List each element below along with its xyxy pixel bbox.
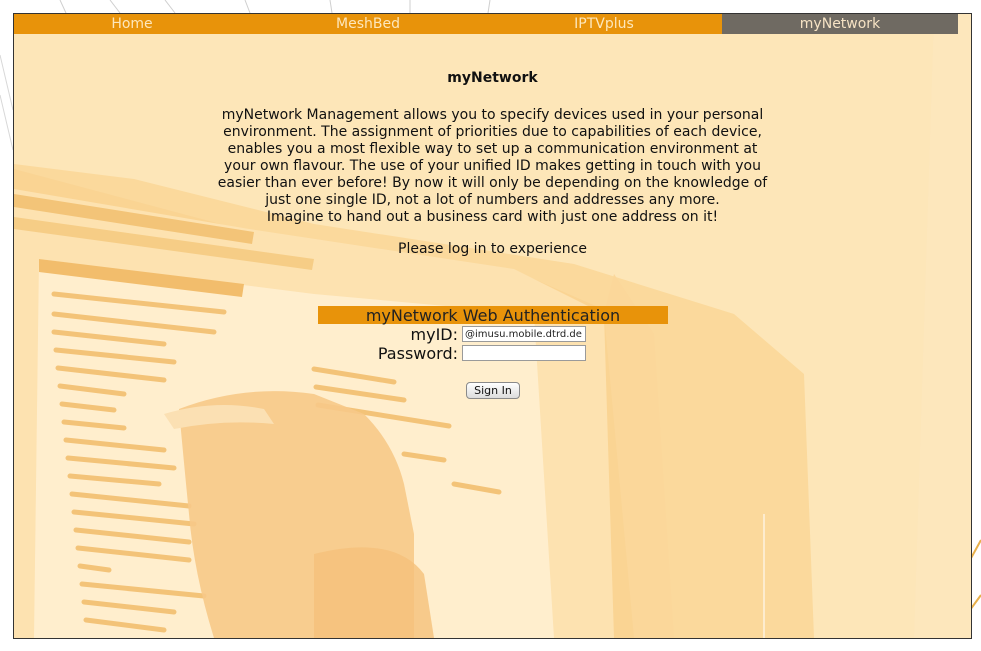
description: myNetwork Management allows you to speci… <box>199 107 786 226</box>
description-line: Imagine to hand out a business card with… <box>266 209 719 225</box>
description-line: enables you a most flexible way to set u… <box>227 141 758 157</box>
description-line: myNetwork Management allows you to speci… <box>221 107 764 123</box>
page-frame: Home MeshBed IPTVplus myNetwork myNetwor… <box>13 13 972 639</box>
auth-header: myNetwork Web Authentication <box>318 306 668 325</box>
description-line: your own flavour. The use of your unifie… <box>224 158 761 174</box>
description-line: easier than ever before! By now it will … <box>217 175 768 191</box>
password-input[interactable] <box>462 345 586 361</box>
myid-input[interactable] <box>462 326 586 342</box>
description-line: just one single ID, not a lot of numbers… <box>265 192 720 208</box>
login-prompt: Please log in to experience <box>398 241 587 257</box>
myid-label: myID: <box>410 325 458 344</box>
sign-in-button[interactable]: Sign In <box>466 382 520 399</box>
password-label: Password: <box>377 344 458 363</box>
main-content: myNetwork myNetwork Management allows yo… <box>14 14 971 638</box>
myid-row: myID: <box>318 326 668 344</box>
description-line: environment. The assignment of prioritie… <box>223 124 762 140</box>
page-title: myNetwork <box>447 70 538 86</box>
password-row: Password: <box>318 345 668 363</box>
